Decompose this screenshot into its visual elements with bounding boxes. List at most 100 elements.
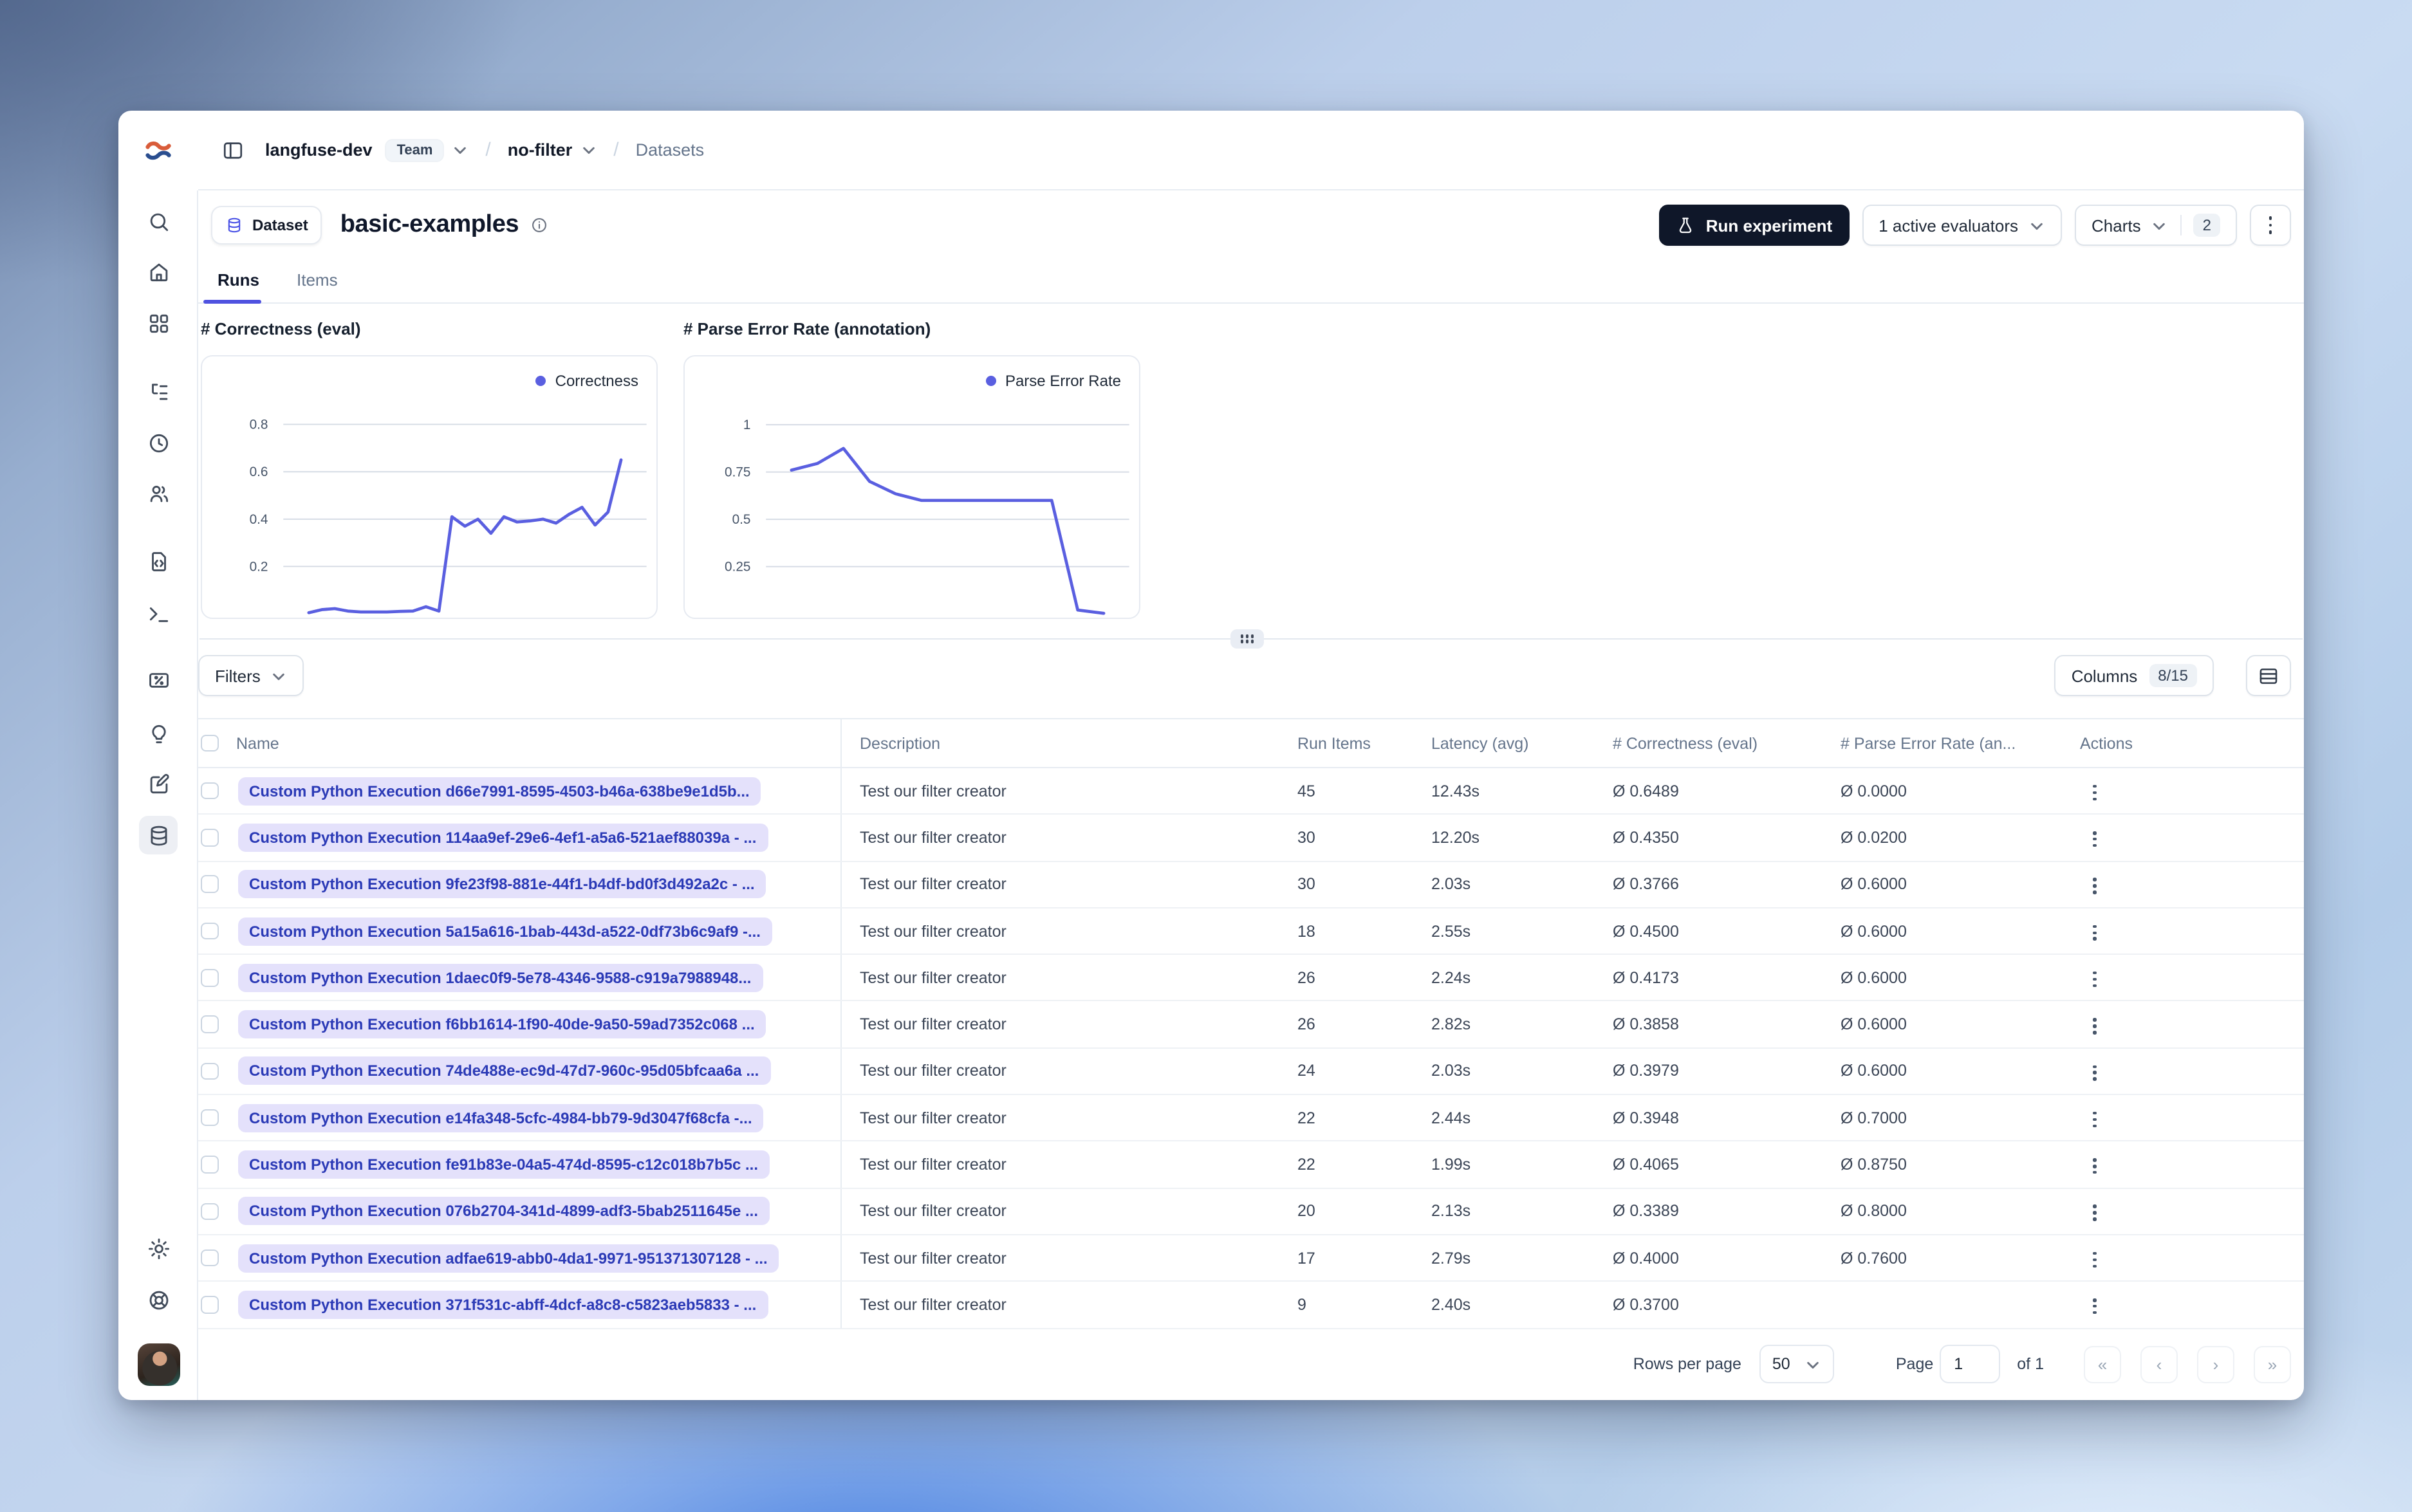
chevron-down-icon[interactable] [580, 143, 597, 157]
row-checkbox[interactable] [201, 1062, 218, 1080]
run-name-link[interactable]: Custom Python Execution 371f531c-abff-4d… [237, 1290, 768, 1319]
sidebar-item-evaluators[interactable] [139, 660, 178, 699]
users-icon [149, 484, 168, 502]
sidebar-item-playground[interactable] [139, 595, 178, 633]
run-experiment-button[interactable]: Run experiment [1659, 205, 1850, 246]
run-name-link[interactable]: Custom Python Execution 5a15a616-1bab-44… [237, 917, 772, 946]
run-name-link[interactable]: Custom Python Execution d66e7991-8595-45… [237, 777, 761, 806]
prev-page-button[interactable]: ‹ [2140, 1345, 2178, 1383]
row-checkbox[interactable] [201, 1203, 218, 1221]
chevron-down-icon[interactable] [452, 143, 468, 157]
name-cell: Custom Python Execution d66e7991-8595-45… [198, 768, 842, 814]
row-actions-button[interactable] [2085, 1291, 2104, 1322]
run-name-link[interactable]: Custom Python Execution e14fa348-5cfc-49… [237, 1103, 764, 1132]
sidebar-item-search[interactable] [139, 202, 178, 241]
next-page-button[interactable]: › [2197, 1345, 2234, 1383]
row-checkbox[interactable] [201, 1156, 218, 1174]
row-actions-button[interactable] [2085, 1104, 2104, 1136]
row-checkbox[interactable] [201, 1296, 218, 1314]
resize-handle[interactable] [1230, 629, 1264, 649]
sidebar-item-users[interactable] [139, 474, 178, 512]
run-name-link[interactable]: Custom Python Execution f6bb1614-1f90-40… [237, 1010, 766, 1039]
row-checkbox[interactable] [201, 1249, 218, 1267]
last-page-button[interactable]: » [2254, 1345, 2291, 1383]
file-code-icon [151, 551, 165, 571]
select-all-checkbox[interactable] [201, 734, 218, 752]
svg-text:0.8: 0.8 [250, 417, 268, 432]
run-name-link[interactable]: Custom Python Execution fe91b83e-04a5-47… [237, 1150, 770, 1179]
tab-items[interactable]: Items [297, 257, 338, 302]
row-checkbox[interactable] [201, 875, 218, 893]
svg-text:0.4: 0.4 [250, 512, 268, 527]
charts-button[interactable]: Charts 2 [2075, 205, 2237, 246]
home-icon [149, 263, 167, 281]
filters-button[interactable]: Filters [198, 655, 304, 696]
breadcrumb-section[interactable]: Datasets [636, 140, 705, 160]
table-row: Custom Python Execution 5a15a616-1bab-44… [198, 908, 2304, 955]
chevron-down-icon [2031, 222, 2043, 230]
row-height-button[interactable] [2246, 655, 2291, 696]
chevron-down-icon [273, 672, 285, 680]
line-chart: 1 0.75 0.5 0.25 [725, 418, 1129, 615]
org-name[interactable]: langfuse-dev [265, 140, 373, 160]
more-options-button[interactable] [2250, 205, 2291, 246]
row-actions-button[interactable] [2085, 1057, 2104, 1089]
run-name-link[interactable]: Custom Python Execution 114aa9ef-29e6-4e… [237, 823, 768, 852]
flask-icon [1680, 217, 1692, 233]
sidebar-toggle-button[interactable] [216, 133, 250, 167]
main-content: Dataset basic-examples Run experiment 1 … [198, 190, 2304, 1400]
row-checkbox[interactable] [201, 969, 218, 987]
run-items-cell: 24 [1297, 1062, 1315, 1080]
latency-cell: 12.20s [1431, 828, 1480, 847]
row-actions-button[interactable] [2085, 1197, 2104, 1229]
sidebar-item-support[interactable] [139, 1280, 178, 1319]
sidebar-item-annotation[interactable] [139, 764, 178, 803]
row-checkbox[interactable] [201, 922, 218, 940]
legend-label: Correctness [555, 372, 638, 390]
active-evaluators-button[interactable]: 1 active evaluators [1862, 205, 2063, 246]
columns-button[interactable]: Columns 8/15 [2054, 655, 2214, 696]
sidebar-item-tracing[interactable] [139, 372, 178, 410]
tab-runs[interactable]: Runs [203, 257, 261, 304]
row-checkbox[interactable] [201, 782, 218, 800]
row-checkbox[interactable] [201, 1015, 218, 1033]
row-actions-button[interactable] [2085, 1244, 2104, 1275]
row-actions-button[interactable] [2085, 1010, 2104, 1042]
row-actions-button[interactable] [2085, 777, 2104, 809]
sidebar-item-prompts[interactable] [139, 542, 178, 580]
database-icon [228, 217, 241, 233]
row-actions-button[interactable] [2085, 917, 2104, 948]
rows-per-page-select[interactable]: 50 [1759, 1345, 1834, 1383]
parse-error-rate-cell: Ø 0.6000 [1841, 1015, 1907, 1034]
chart-card: 1 0.75 0.5 0.25 Parse Error Rate [683, 355, 1140, 619]
header-actions: Run experiment 1 active evaluators Chart… [1659, 205, 2291, 246]
sidebar-item-dashboards[interactable] [139, 304, 178, 342]
user-avatar[interactable] [138, 1343, 180, 1386]
sidebar-item-sessions[interactable] [139, 423, 178, 462]
row-actions-button[interactable] [2085, 964, 2104, 995]
run-name-link[interactable]: Custom Python Execution 1daec0f9-5e78-43… [237, 963, 763, 992]
run-name-link[interactable]: Custom Python Execution 74de488e-ec9d-47… [237, 1056, 771, 1085]
clipboard-pen-icon [149, 773, 169, 793]
sidebar-item-home[interactable] [139, 252, 178, 291]
description-cell: Test our filter creator [860, 1015, 1007, 1034]
row-checkbox[interactable] [201, 829, 218, 847]
run-name-link[interactable]: Custom Python Execution 9fe23f98-881e-44… [237, 870, 766, 899]
page-input[interactable] [1940, 1345, 2001, 1383]
project-name[interactable]: no-filter [508, 140, 573, 160]
row-actions-button[interactable] [2085, 824, 2104, 855]
sidebar-item-settings[interactable] [139, 1229, 178, 1268]
legend-dot-icon [535, 376, 546, 386]
sidebar-item-datasets[interactable] [139, 816, 178, 854]
run-name-link[interactable]: Custom Python Execution 076b2704-341d-48… [237, 1197, 770, 1226]
row-checkbox[interactable] [201, 1109, 218, 1127]
row-actions-button[interactable] [2085, 1150, 2104, 1182]
sidebar-logo[interactable] [118, 111, 198, 190]
sidebar-item-insights[interactable] [139, 714, 178, 753]
first-page-button[interactable]: « [2084, 1345, 2121, 1383]
parse-error-rate-cell: Ø 0.6000 [1841, 875, 1907, 894]
info-icon[interactable] [530, 216, 548, 234]
row-actions-button[interactable] [2085, 871, 2104, 902]
correctness-cell: Ø 0.3858 [1613, 1015, 1679, 1034]
run-name-link[interactable]: Custom Python Execution adfae619-abb0-4d… [237, 1244, 779, 1273]
